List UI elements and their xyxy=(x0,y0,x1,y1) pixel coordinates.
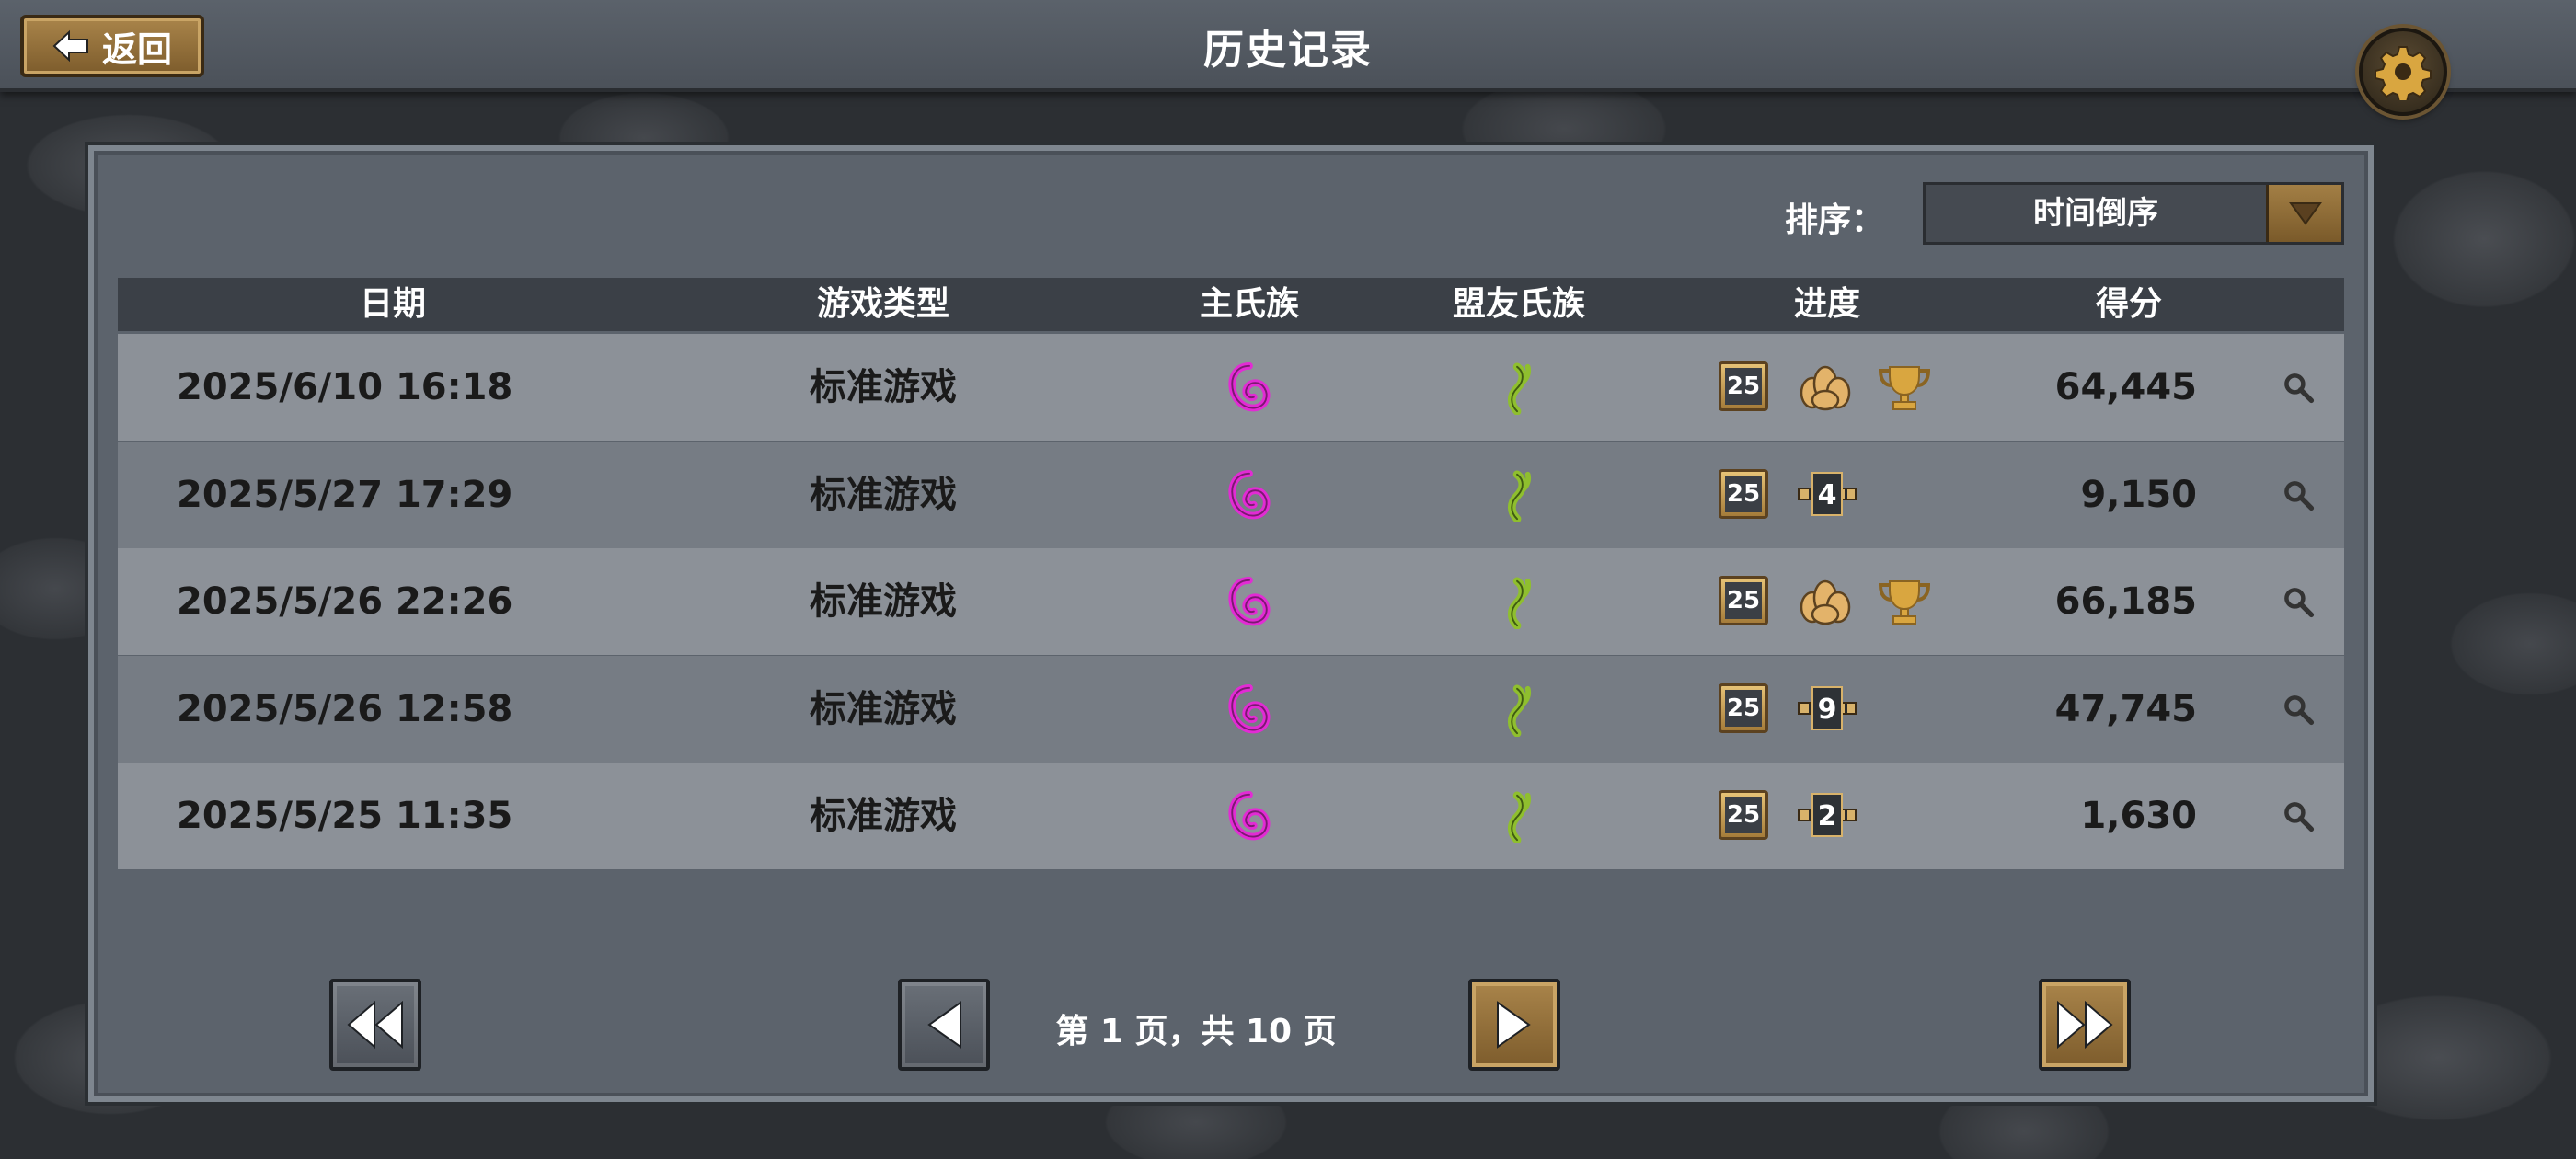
column-header-score: 得分 xyxy=(2095,285,2163,323)
trophy-icon xyxy=(1877,363,1932,413)
column-header-main-clan: 主氏族 xyxy=(1199,285,1300,323)
date-cell: 2025/6/10 16:18 xyxy=(177,366,513,408)
arrow-left-icon xyxy=(927,1001,961,1049)
date-cell: 2025/5/26 12:58 xyxy=(177,687,513,730)
rank-badge: 9 xyxy=(1798,683,1857,733)
ally-clan-icon xyxy=(1501,683,1537,737)
table-row[interactable]: 2025/5/26 12:58 标准游戏 25 9 47,745 xyxy=(118,655,2344,763)
main-clan-icon xyxy=(1226,576,1272,629)
level-value: 25 xyxy=(1725,582,1762,619)
column-header-progress: 进度 xyxy=(1793,285,1861,323)
score-cell: 9,150 xyxy=(2080,473,2197,516)
level-value: 25 xyxy=(1725,689,1762,727)
game-type-cell: 标准游戏 xyxy=(810,580,957,623)
table-row[interactable]: 2025/5/26 22:26 标准游戏 25 66,185 xyxy=(118,548,2344,655)
next-page-button[interactable] xyxy=(1468,979,1560,1071)
score-cell: 47,745 xyxy=(2054,687,2197,730)
level-value: 25 xyxy=(1725,368,1762,405)
double-arrow-right-icon xyxy=(2057,1000,2113,1050)
search-icon[interactable] xyxy=(2282,371,2315,404)
score-cell: 1,630 xyxy=(2080,795,2197,837)
date-cell: 2025/5/25 11:35 xyxy=(177,795,513,837)
level-badge: 25 xyxy=(1719,361,1768,411)
ally-clan-icon xyxy=(1501,790,1537,843)
seed-icon xyxy=(1798,576,1853,625)
rank-value: 2 xyxy=(1811,793,1843,837)
column-header-game-type: 游戏类型 xyxy=(816,285,950,323)
double-arrow-left-icon xyxy=(347,1000,403,1050)
first-page-button[interactable] xyxy=(329,979,421,1071)
table-header: 日期 游戏类型 主氏族 盟友氏族 进度 得分 xyxy=(118,278,2344,331)
chevron-down-icon xyxy=(2288,202,2322,225)
rank-value: 4 xyxy=(1811,471,1843,516)
score-cell: 66,185 xyxy=(2054,580,2197,623)
search-icon[interactable] xyxy=(2282,478,2315,511)
dropdown-toggle[interactable] xyxy=(2266,185,2341,242)
main-clan-icon xyxy=(1226,361,1272,415)
rank-badge: 2 xyxy=(1798,790,1857,840)
page-title: 历史记录 xyxy=(1203,27,1373,74)
gear-icon xyxy=(2375,46,2432,100)
search-icon[interactable] xyxy=(2282,585,2315,618)
rank-badge: 4 xyxy=(1798,469,1857,519)
trophy-icon xyxy=(1877,578,1932,627)
settings-button[interactable] xyxy=(2359,28,2447,116)
seed-icon xyxy=(1798,361,1853,411)
game-type-cell: 标准游戏 xyxy=(810,687,957,730)
date-cell: 2025/5/26 22:26 xyxy=(177,580,513,623)
ally-clan-icon xyxy=(1501,469,1537,522)
table-row[interactable]: 2025/5/25 11:35 标准游戏 25 2 1,630 xyxy=(118,763,2344,869)
ally-clan-icon xyxy=(1501,361,1537,415)
main-clan-icon xyxy=(1226,790,1272,843)
ally-clan-icon xyxy=(1501,576,1537,629)
arrow-right-icon xyxy=(1497,1001,1531,1049)
level-value: 25 xyxy=(1725,797,1762,833)
game-type-cell: 标准游戏 xyxy=(810,366,957,408)
search-icon[interactable] xyxy=(2282,693,2315,726)
game-type-cell: 标准游戏 xyxy=(810,473,957,516)
last-page-button[interactable] xyxy=(2039,979,2131,1071)
sort-label: 排序： xyxy=(1785,201,1885,239)
level-badge: 25 xyxy=(1719,683,1768,733)
game-type-cell: 标准游戏 xyxy=(810,795,957,837)
table-row[interactable]: 2025/6/10 16:18 标准游戏 25 64,445 xyxy=(118,334,2344,441)
date-cell: 2025/5/27 17:29 xyxy=(177,473,513,516)
sort-dropdown[interactable]: 时间倒序 xyxy=(1923,182,2344,245)
column-header-date: 日期 xyxy=(359,285,427,323)
level-value: 25 xyxy=(1725,475,1762,512)
main-clan-icon xyxy=(1226,469,1272,522)
rank-value: 9 xyxy=(1811,685,1843,730)
column-header-ally-clan: 盟友氏族 xyxy=(1452,285,1586,323)
search-icon[interactable] xyxy=(2282,799,2315,832)
previous-page-button[interactable] xyxy=(898,979,990,1071)
level-badge: 25 xyxy=(1719,790,1768,840)
main-clan-icon xyxy=(1226,683,1272,737)
score-cell: 64,445 xyxy=(2054,366,2197,408)
level-badge: 25 xyxy=(1719,576,1768,625)
table-row[interactable]: 2025/5/27 17:29 标准游戏 25 4 9,150 xyxy=(118,441,2344,548)
sort-value: 时间倒序 xyxy=(2033,195,2158,232)
page-indicator: 第 1 页，共 10 页 xyxy=(1055,1013,1337,1050)
level-badge: 25 xyxy=(1719,468,1768,519)
